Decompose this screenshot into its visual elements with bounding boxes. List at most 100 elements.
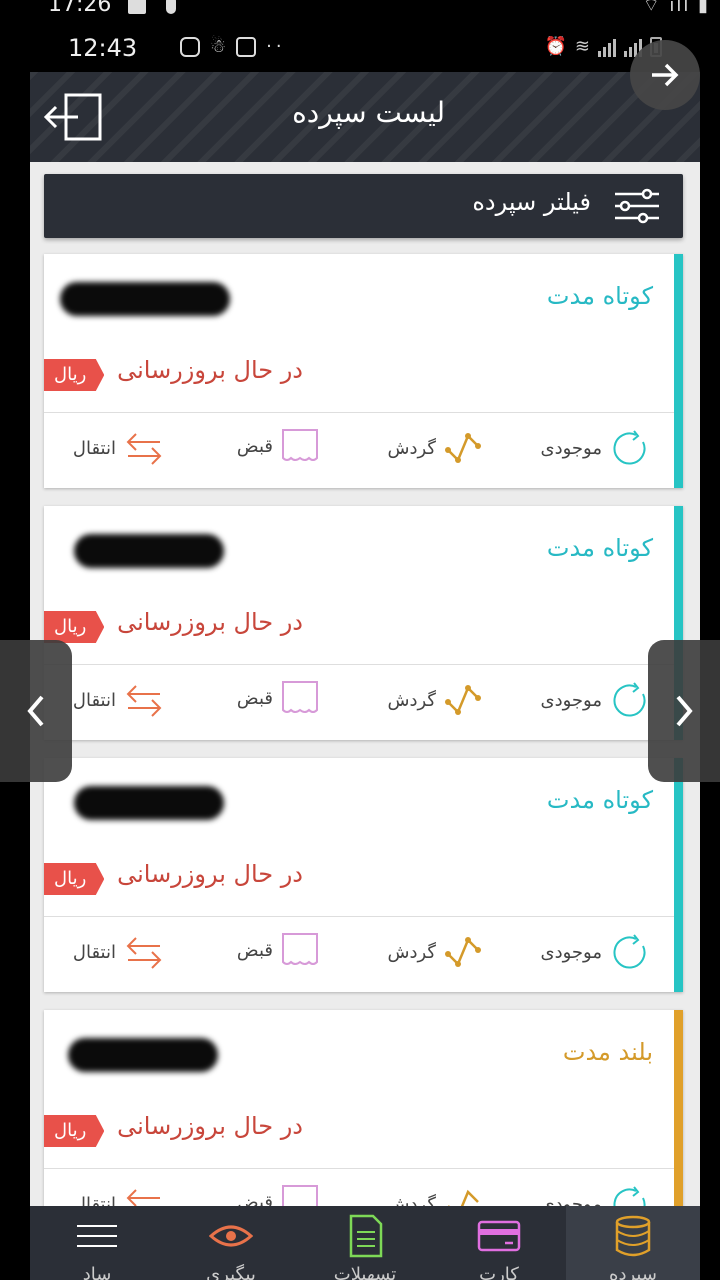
- divider: [44, 412, 674, 413]
- nav-item-deposit[interactable]: سپرده: [566, 1206, 700, 1280]
- transfer-arrows-icon: [126, 685, 162, 717]
- deposit-list: فیلتر سپرده کوتاه مدت در حال بروزرسانی ر…: [30, 162, 700, 1206]
- chevron-right-icon: [676, 695, 693, 727]
- turnover-action[interactable]: گردش: [388, 428, 485, 468]
- status-bar: 12:43 ☃ ·· ⏰ ≋: [30, 22, 700, 72]
- nav-item-menu[interactable]: ساد: [30, 1206, 164, 1280]
- app-header: لیست سپرده: [30, 72, 700, 162]
- instagram-icon: [180, 36, 200, 57]
- status-text: در حال بروزرسانی: [117, 860, 303, 888]
- nav-label: تسهیلات: [333, 1264, 397, 1280]
- next-page-button[interactable]: [648, 640, 720, 782]
- bottom-navigation: ساد پیگیری تسهیلات کارت سپرده: [30, 1206, 700, 1280]
- turnover-label: گردش: [387, 437, 437, 459]
- currency-badge: ریال: [44, 611, 105, 643]
- transfer-label: انتقال: [72, 941, 116, 963]
- deposit-type: بلند مدت: [562, 1038, 653, 1066]
- receipt-label: قبض: [236, 939, 273, 961]
- card-actions: موجودی گردش قبض انتقال: [44, 918, 674, 992]
- more-dots-icon: ··: [266, 36, 286, 57]
- divider: [44, 1168, 674, 1169]
- divider: [44, 916, 674, 917]
- balance-label: موجودی: [540, 689, 602, 711]
- turnover-label: گردش: [387, 689, 437, 711]
- card-actions: موجودی گردش قبض انتقال: [44, 414, 674, 488]
- turnover-action[interactable]: گردش: [388, 932, 485, 972]
- currency-badge: ریال: [44, 1115, 105, 1147]
- refresh-icon: [613, 934, 646, 969]
- deposit-type: کوتاه مدت: [546, 786, 653, 814]
- snapchat-icon: ☃: [210, 36, 227, 57]
- nav-item-loans[interactable]: تسهیلات: [298, 1206, 432, 1280]
- deposit-card[interactable]: بلند مدت در حال بروزرسانی ریال موجودی گر…: [44, 1010, 683, 1206]
- refresh-icon: [613, 682, 646, 717]
- device-time: 17:26: [48, 0, 112, 17]
- deposit-card[interactable]: کوتاه مدت در حال بروزرسانی ریال موجودی گ…: [44, 254, 683, 488]
- nav-label: پیگیری: [206, 1264, 256, 1280]
- receipt-icon: [282, 681, 318, 713]
- card-stripe: [674, 1010, 683, 1206]
- chart-line-icon: [445, 937, 481, 967]
- account-number-redacted: [68, 1038, 218, 1072]
- chart-line-icon: [448, 1189, 479, 1206]
- chart-line-icon: [445, 685, 481, 715]
- turnover-label: گردش: [387, 1193, 437, 1207]
- receipt-icon: [282, 933, 318, 965]
- deposit-card[interactable]: کوتاه مدت در حال بروزرسانی ریال موجودی گ…: [44, 758, 683, 992]
- turnover-action[interactable]: گردش: [388, 1184, 485, 1206]
- menu-icon: [77, 1225, 117, 1247]
- receipt-action[interactable]: قبض: [237, 932, 319, 968]
- transfer-action[interactable]: انتقال: [73, 932, 164, 972]
- signal-icon: [598, 37, 616, 57]
- divider: [44, 664, 674, 665]
- status-text: در حال بروزرسانی: [117, 356, 303, 384]
- balance-action[interactable]: موجودی: [541, 428, 650, 468]
- balance-label: موجودی: [540, 1193, 602, 1207]
- deposit-card[interactable]: کوتاه مدت در حال بروزرسانی ریال موجودی گ…: [44, 506, 683, 740]
- turnover-label: گردش: [387, 941, 437, 963]
- refresh-icon: [613, 430, 646, 465]
- balance-action[interactable]: موجودی: [541, 680, 650, 720]
- turnover-action[interactable]: گردش: [388, 680, 485, 720]
- transfer-action[interactable]: انتقال: [73, 428, 164, 468]
- transfer-action[interactable]: انتقال: [73, 680, 164, 720]
- balance-label: موجودی: [540, 941, 602, 963]
- coins-icon: [615, 1215, 651, 1257]
- card-stripe: [674, 254, 683, 488]
- signal-icons: ⌔ ıll ▮: [642, 0, 710, 16]
- balance-label: موجودی: [540, 437, 602, 459]
- gallery-icon: [128, 0, 146, 14]
- receipt-label: قبض: [236, 1191, 273, 1207]
- chart-line-icon: [445, 433, 481, 463]
- transfer-arrows-icon: [126, 937, 162, 969]
- receipt-label: قبض: [236, 687, 273, 709]
- account-number-redacted: [60, 282, 230, 316]
- card-stripe: [674, 758, 683, 992]
- transfer-action[interactable]: انتقال: [73, 1184, 164, 1206]
- receipt-action[interactable]: قبض: [237, 428, 319, 464]
- card-icon: [477, 1220, 521, 1252]
- exit-icon[interactable]: [42, 92, 104, 142]
- receipt-action[interactable]: قبض: [237, 680, 319, 716]
- transfer-arrows-icon: [126, 433, 162, 465]
- deposit-filter-button[interactable]: فیلتر سپرده: [44, 174, 683, 238]
- previous-page-button[interactable]: [0, 640, 72, 782]
- transfer-arrows-icon: [126, 1189, 160, 1206]
- card-actions: موجودی گردش قبض انتقال: [44, 1170, 674, 1206]
- status-text: در حال بروزرسانی: [117, 1112, 303, 1140]
- balance-action[interactable]: موجودی: [541, 932, 650, 972]
- nav-item-tracking[interactable]: پیگیری: [164, 1206, 298, 1280]
- nav-label: کارت: [479, 1264, 519, 1280]
- filter-label: فیلتر سپرده: [472, 188, 591, 216]
- account-number-redacted: [74, 786, 224, 820]
- receipt-action[interactable]: قبض: [237, 1184, 319, 1206]
- forward-arrow-button[interactable]: [630, 40, 700, 110]
- arrow-right-icon: [652, 63, 679, 87]
- currency-badge: ریال: [44, 863, 105, 895]
- chevron-left-icon: [27, 695, 44, 727]
- balance-action[interactable]: موجودی: [541, 1184, 650, 1206]
- currency-badge: ریال: [44, 359, 105, 391]
- alarm-icon: ⏰: [544, 36, 567, 57]
- nav-item-card[interactable]: کارت: [432, 1206, 566, 1280]
- status-text: در حال بروزرسانی: [117, 608, 303, 636]
